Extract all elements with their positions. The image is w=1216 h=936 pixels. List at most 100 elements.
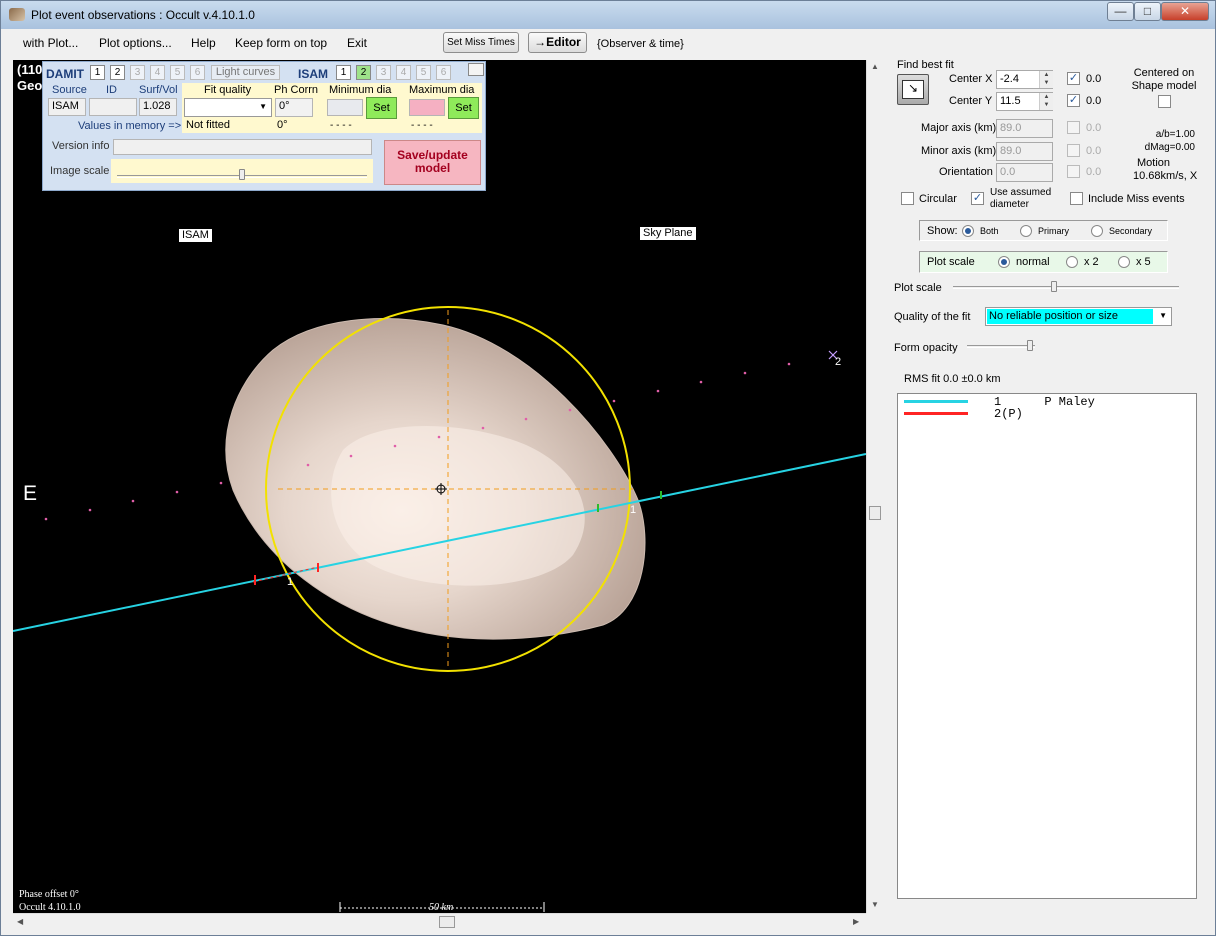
quality-of-fit-label: Quality of the fit (894, 311, 971, 323)
damit-label: DAMIT (46, 67, 84, 81)
ab-ratio-text: a/b=1.00 (1155, 129, 1195, 140)
minimize-button[interactable]: — (1107, 2, 1134, 21)
damit-model-6-button[interactable]: 6 (190, 65, 205, 80)
centered-on-shape-label: Centered on Shape model (1131, 67, 1197, 92)
image-scale-slider[interactable] (111, 159, 373, 183)
menu-help[interactable]: Help (191, 36, 216, 50)
version-info-field (113, 139, 372, 155)
include-miss-label: Include Miss events (1088, 193, 1185, 205)
fit-quality-dropdown-icon: ▼ (259, 102, 267, 111)
observer-time-label: {Observer & time} (597, 38, 684, 50)
plot-scale-normal-radio[interactable] (998, 256, 1010, 268)
orientation-input[interactable]: 0.0 (996, 163, 1053, 182)
menu-exit[interactable]: Exit (347, 36, 367, 50)
corner-title-2: Geo (17, 78, 43, 93)
use-assumed-diameter-checkbox[interactable]: ✓ (971, 192, 984, 205)
show-primary-radio[interactable] (1020, 225, 1032, 237)
include-miss-checkbox[interactable] (1070, 192, 1083, 205)
damit-model-5-button[interactable]: 5 (170, 65, 185, 80)
image-scale-label: Image scale (50, 165, 110, 177)
image-scale-slider-thumb[interactable] (239, 169, 245, 180)
set-miss-times-button[interactable]: Set Miss Times (443, 32, 519, 53)
plot-scale-x5-radio[interactable] (1118, 256, 1130, 268)
quality-dropdown-icon: ▼ (1159, 311, 1167, 320)
ph-corrn-field[interactable]: 0° (275, 98, 313, 117)
minor-axis-input[interactable]: 89.0 (996, 142, 1053, 161)
motion-label: Motion (1137, 157, 1171, 169)
plot-scale-x2-label: x 2 (1084, 256, 1099, 268)
find-best-fit-button[interactable]: ↘ (897, 74, 929, 105)
center-x-checkbox[interactable]: ✓ (1067, 72, 1080, 85)
isam-model-4-button[interactable]: 4 (396, 65, 411, 80)
isam-model-2-button[interactable]: 2 (356, 65, 371, 80)
min-dia-header: Minimum dia (329, 84, 392, 96)
max-dia-field (409, 99, 445, 116)
fit-quality-header: Fit quality (204, 84, 252, 96)
light-curves-button[interactable]: Light curves (211, 65, 280, 80)
isam-model-5-button[interactable]: 5 (416, 65, 431, 80)
show-secondary-radio[interactable] (1091, 225, 1103, 237)
major-axis-input[interactable]: 89.0 (996, 119, 1053, 138)
min-dia-set-button[interactable]: Set (366, 97, 397, 119)
damit-model-3-button[interactable]: 3 (130, 65, 145, 80)
max-dia-set-button[interactable]: Set (448, 97, 479, 119)
surf-vol-field: 1.028 (139, 98, 177, 116)
fit-values-area: Fit quality Ph Corrn Minimum dia Maximum… (182, 83, 482, 133)
plot-scale-slider-thumb[interactable] (1051, 281, 1057, 292)
editor-button[interactable]: →Editor (528, 32, 587, 53)
orientation-checkbox[interactable] (1067, 165, 1080, 178)
close-button[interactable]: ✕ (1161, 2, 1209, 21)
legend-entry-2[interactable]: 2(P) (994, 407, 1023, 421)
source-field: ISAM (48, 98, 86, 116)
rms-fit-text: RMS fit 0.0 ±0.0 km (904, 373, 1001, 385)
ph-corrn-header: Ph Corrn (274, 84, 319, 96)
panel-collapse-button[interactable] (468, 63, 484, 76)
observer-legend-list[interactable]: 1 P Maley 2(P) (897, 393, 1197, 899)
circular-checkbox[interactable] (901, 192, 914, 205)
show-both-label: Both (980, 226, 999, 236)
plot-hscroll-thumb[interactable] (439, 916, 455, 928)
plot-scale-group: Plot scale normal x 2 x 5 (919, 251, 1168, 273)
major-axis-label: Major axis (km) (921, 122, 997, 134)
plot-scale-x2-radio[interactable] (1066, 256, 1078, 268)
center-y-checkbox[interactable]: ✓ (1067, 94, 1080, 107)
quality-of-fit-select[interactable]: No reliable position or size ▼ (985, 307, 1172, 326)
maximize-button[interactable]: □ (1134, 2, 1161, 21)
center-x-spinner[interactable]: ▲ ▼ (1039, 71, 1053, 88)
menu-with-plot[interactable]: with Plot... (23, 36, 78, 50)
dmag-text: dMag=0.00 (1144, 142, 1195, 153)
chord-1-label: 1 (630, 504, 637, 516)
minor-axis-checkbox[interactable] (1067, 144, 1080, 157)
plot-vertical-scrollbar[interactable]: ▲ ▼ (866, 60, 883, 913)
corner-title-1: (110 (17, 62, 43, 77)
show-secondary-label: Secondary (1109, 226, 1153, 236)
isam-model-6-button[interactable]: 6 (436, 65, 451, 80)
plot-vscroll-thumb[interactable] (869, 506, 881, 520)
isam-model-1-button[interactable]: 1 (336, 65, 351, 80)
orientation-delta: 0.0 (1086, 166, 1102, 178)
damit-model-1-button[interactable]: 1 (90, 65, 105, 80)
memory-min-dia: - - - - (330, 120, 352, 131)
form-opacity-slider-thumb[interactable] (1027, 340, 1033, 351)
window-title: Plot event observations : Occult v.4.10.… (31, 8, 255, 22)
center-y-spinner[interactable]: ▲ ▼ (1039, 93, 1053, 110)
form-opacity-label: Form opacity (894, 342, 958, 354)
isam-model-3-button[interactable]: 3 (376, 65, 391, 80)
centered-on-shape-checkbox[interactable] (1158, 95, 1171, 108)
save-update-model-button[interactable]: Save/update model (384, 140, 481, 185)
damit-model-4-button[interactable]: 4 (150, 65, 165, 80)
menu-plot-options[interactable]: Plot options... (99, 36, 172, 50)
major-axis-checkbox[interactable] (1067, 121, 1080, 134)
menu-keep-on-top[interactable]: Keep form on top (235, 36, 327, 50)
id-field (89, 98, 137, 116)
fit-quality-select[interactable]: ▼ (184, 98, 272, 117)
plot-horizontal-scrollbar[interactable]: ◀ ▶ (13, 913, 866, 930)
menu-bar: with Plot... Plot options... Help Keep f… (1, 29, 1215, 57)
form-opacity-slider[interactable] (967, 338, 1037, 354)
chord-2-start-label: 1 (287, 576, 294, 588)
plot-scale-slider[interactable] (953, 279, 1183, 295)
show-both-radio[interactable] (962, 225, 974, 237)
not-fitted-text: Not fitted (186, 119, 231, 131)
legend-line-1 (904, 400, 968, 403)
damit-model-2-button[interactable]: 2 (110, 65, 125, 80)
